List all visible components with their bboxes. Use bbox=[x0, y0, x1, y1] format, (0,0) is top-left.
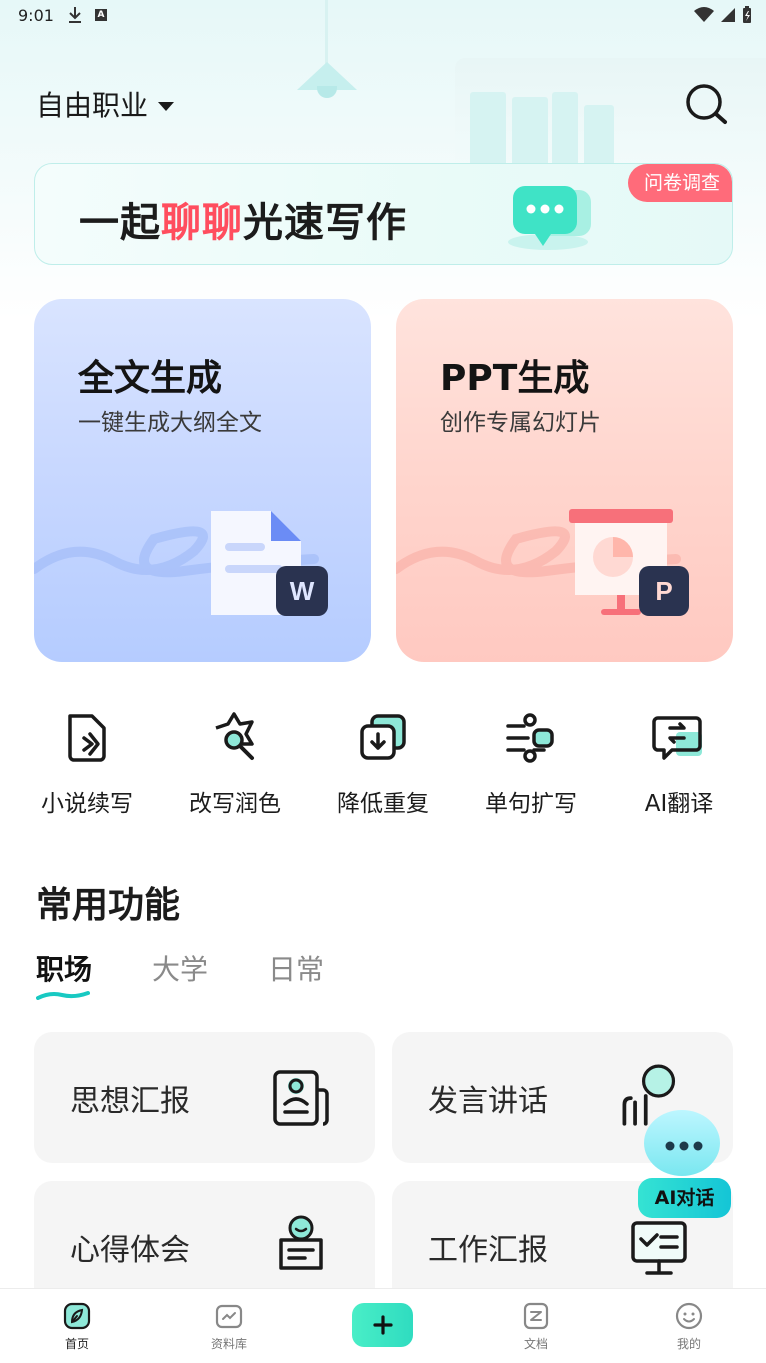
caret-down-icon bbox=[158, 101, 175, 111]
download-icon bbox=[69, 7, 81, 23]
document-arrow-icon bbox=[68, 714, 106, 762]
status-bar: 9:01 A bbox=[0, 0, 766, 34]
tab-university[interactable]: 大学 bbox=[152, 948, 208, 988]
category-selector[interactable]: 自由职业 bbox=[36, 84, 175, 124]
active-tab-underline bbox=[36, 991, 90, 1000]
category-tabs: 职场 大学 日常 bbox=[36, 948, 384, 988]
status-time: 9:01 bbox=[18, 6, 54, 25]
feature-label: 工作汇报 bbox=[428, 1233, 548, 1268]
translate-chat-icon bbox=[652, 716, 702, 760]
tool-novel-continue[interactable]: 小说续写 bbox=[13, 710, 161, 818]
chat-dots-icon bbox=[665, 1141, 703, 1151]
tool-sentence-expand[interactable]: 单句扩写 bbox=[457, 710, 605, 818]
reflection-doc-icon bbox=[279, 1215, 323, 1270]
tool-rewrite-polish[interactable]: 改写润色 bbox=[161, 710, 309, 818]
section-title: 常用功能 bbox=[36, 885, 181, 926]
svg-text:P: P bbox=[655, 576, 672, 606]
nav-library[interactable]: 资料库 bbox=[179, 1301, 279, 1352]
feature-label: 发言讲话 bbox=[428, 1084, 548, 1119]
battery-icon bbox=[743, 6, 751, 23]
monitor-report-icon bbox=[631, 1221, 687, 1275]
tool-label: 单句扩写 bbox=[485, 791, 577, 817]
tool-label: 改写润色 bbox=[189, 791, 281, 817]
nav-label: 首页 bbox=[64, 1337, 89, 1351]
nav-label: 我的 bbox=[676, 1337, 701, 1351]
svg-text:W: W bbox=[290, 576, 315, 606]
add-button[interactable] bbox=[352, 1303, 413, 1347]
chat-bubble-icon bbox=[508, 186, 591, 250]
card-subtitle: 创作专属幻灯片 bbox=[440, 410, 601, 436]
nav-profile[interactable]: 我的 bbox=[639, 1301, 739, 1352]
a-notification-icon: A bbox=[95, 9, 107, 21]
card-subtitle: 一键生成大纲全文 bbox=[78, 410, 262, 436]
tool-reduce-duplicate[interactable]: 降低重复 bbox=[309, 710, 457, 818]
tool-ai-translate[interactable]: AI翻译 bbox=[605, 710, 753, 818]
ppt-generate-card[interactable]: PPT生成 创作专属幻灯片 P bbox=[396, 299, 733, 662]
plus-icon bbox=[372, 1315, 393, 1335]
feature-label: 思想汇报 bbox=[70, 1084, 190, 1119]
bottom-nav: 首页 资料库 文档 我的 bbox=[0, 1288, 766, 1363]
status-icons bbox=[694, 6, 752, 24]
feature-thought-report[interactable]: 思想汇报 bbox=[34, 1032, 375, 1163]
card-title: PPT生成 bbox=[440, 358, 590, 399]
search-icon[interactable] bbox=[682, 80, 730, 128]
star-magnifier-icon bbox=[215, 712, 254, 760]
chat-banner[interactable]: 一起聊聊光速写作 问卷调查 bbox=[34, 163, 733, 265]
ai-chat-float-button[interactable]: AI对话 bbox=[638, 1108, 734, 1220]
wifi-icon bbox=[694, 7, 714, 22]
library-icon bbox=[215, 1304, 243, 1329]
tool-label: 降低重复 bbox=[337, 791, 429, 817]
survey-badge[interactable]: 问卷调查 bbox=[627, 164, 732, 202]
banner-title: 一起聊聊光速写作 bbox=[79, 200, 407, 246]
quick-tools: 小说续写 改写润色 降低重复 单句扩写 AI翻译 bbox=[0, 710, 766, 820]
presentation-icon: P bbox=[569, 509, 689, 616]
document-icon bbox=[523, 1302, 549, 1330]
signal-icon bbox=[721, 8, 735, 22]
ai-chat-label: AI对话 bbox=[638, 1178, 731, 1218]
tool-label: 小说续写 bbox=[41, 791, 133, 817]
feature-label: 心得体会 bbox=[70, 1233, 190, 1268]
nav-label: 资料库 bbox=[210, 1337, 247, 1351]
expand-lines-icon bbox=[506, 713, 554, 763]
copy-download-icon bbox=[360, 714, 406, 760]
home-leaf-icon bbox=[63, 1302, 91, 1330]
book-decoration bbox=[470, 92, 506, 167]
book-decoration bbox=[512, 97, 548, 167]
card-title: 全文生成 bbox=[78, 358, 223, 399]
book-decoration bbox=[552, 92, 578, 167]
nav-label: 文档 bbox=[523, 1337, 548, 1351]
nav-home[interactable]: 首页 bbox=[27, 1301, 127, 1352]
tab-daily[interactable]: 日常 bbox=[268, 948, 324, 988]
profile-face-icon bbox=[675, 1302, 703, 1330]
category-label: 自由职业 bbox=[36, 89, 149, 122]
book-decoration bbox=[584, 105, 614, 167]
nav-documents[interactable]: 文档 bbox=[486, 1301, 586, 1352]
full-text-generate-card[interactable]: 全文生成 一键生成大纲全文 W bbox=[34, 299, 371, 662]
word-document-icon: W bbox=[211, 511, 328, 616]
report-person-icon bbox=[273, 1070, 329, 1126]
tool-label: AI翻译 bbox=[644, 791, 714, 817]
tab-workplace[interactable]: 职场 bbox=[36, 948, 92, 988]
